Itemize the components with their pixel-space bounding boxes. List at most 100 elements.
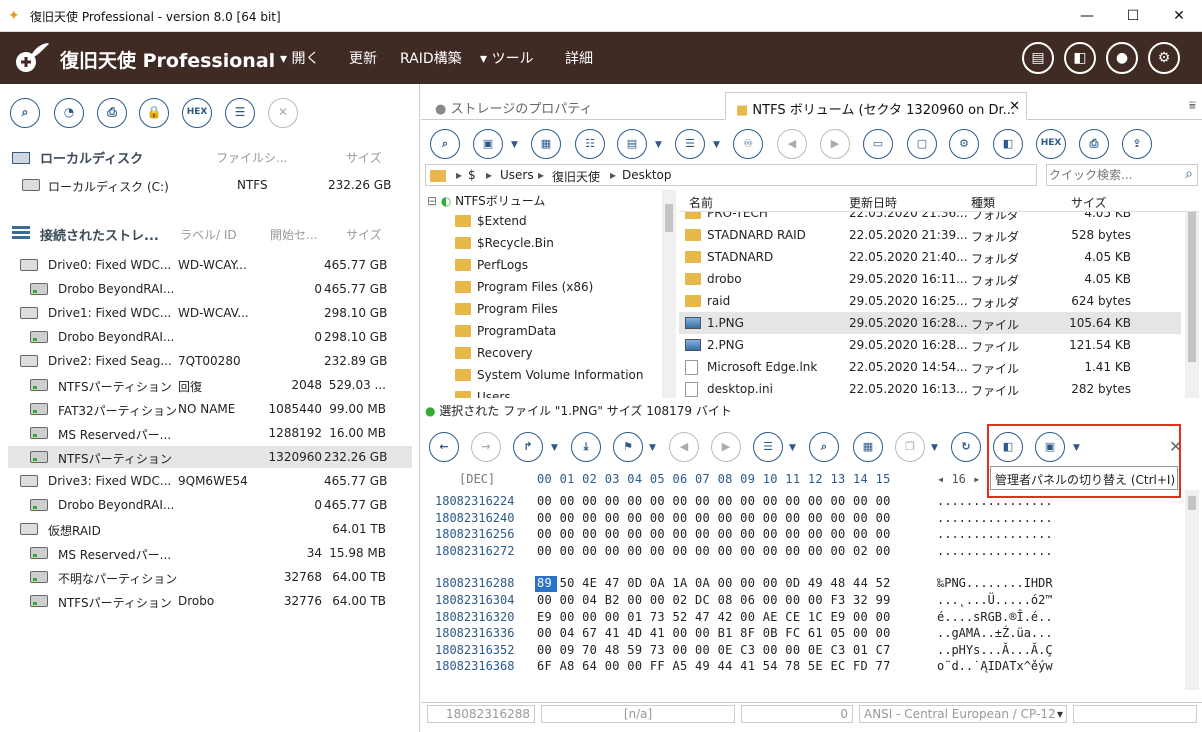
extra-field[interactable]: [1073, 705, 1197, 723]
chevron-down-icon[interactable]: ▼: [551, 443, 561, 453]
storage-row[interactable]: Drive3: Fixed WDC... 9QM6WE54 465.77 GB: [8, 470, 412, 492]
view-icon[interactable]: ▤: [617, 129, 647, 159]
breadcrumb-item[interactable]: Users: [500, 168, 534, 182]
hex-row[interactable]: 18082316240 00 00 00 00 00 00 00 00 00 00…: [421, 511, 1186, 527]
col-start[interactable]: 開始セ...: [270, 226, 317, 243]
storage-row[interactable]: NTFSパーティション 1320960 232.26 GB: [8, 446, 412, 468]
local-disk-row[interactable]: ローカルディスク (C:) NTFS 232.26 GB: [8, 174, 412, 196]
col-name[interactable]: 名前: [689, 194, 713, 211]
hex-ascii[interactable]: ................: [937, 544, 1053, 558]
breadcrumb-item[interactable]: Desktop: [622, 168, 672, 182]
close-icon[interactable]: ✕: [268, 98, 298, 128]
storage-row[interactable]: Drive0: Fixed WDC... WD-WCAY... 465.77 GB: [8, 254, 412, 276]
hex-ascii[interactable]: ................: [937, 511, 1053, 525]
file-row[interactable]: Microsoft Edge.lnk 22.05.2020 14:54... ファイ…: [679, 356, 1181, 378]
scan-icon[interactable]: ⚙: [949, 129, 979, 159]
file-row[interactable]: STADNARD RAID 22.05.2020 21:39... フォルダ 528 …: [679, 224, 1181, 246]
hex-row[interactable]: 18082316352 00 09 70 48 59 73 00 00 0E C3…: [421, 643, 1186, 659]
menu-details[interactable]: 詳細: [565, 48, 593, 68]
jump-icon[interactable]: ↱: [513, 432, 543, 462]
menu-refresh[interactable]: 更新: [349, 48, 377, 68]
list-icon[interactable]: ☰: [225, 98, 255, 128]
hex-bytes[interactable]: 00 04 67 41 4D 41 00 00 B1 8F 0B FC 61 0…: [537, 626, 891, 640]
close-button[interactable]: ✕: [1156, 0, 1202, 32]
tree-folder[interactable]: $Extend: [455, 214, 527, 236]
download-icon[interactable]: ⤓: [571, 432, 601, 462]
binoculars-icon[interactable]: ♾: [733, 129, 763, 159]
log-icon[interactable]: ▤: [1022, 42, 1054, 74]
hex-row[interactable]: 18082316304 00 00 04 B2 00 00 02 DC 08 06…: [421, 593, 1186, 609]
tree-folder[interactable]: Recovery: [455, 346, 533, 368]
checklist-icon[interactable]: ☷: [575, 129, 605, 159]
file-row[interactable]: raid 29.05.2020 16:25... フォルダ 624 bytes: [679, 290, 1181, 312]
search-input[interactable]: [1049, 167, 1173, 183]
image-icon[interactable]: ⎙: [97, 98, 127, 128]
chevron-down-icon[interactable]: ▼: [649, 443, 659, 453]
chevron-down-icon[interactable]: ▾: [1057, 707, 1063, 721]
minimize-button[interactable]: —: [1064, 0, 1110, 32]
storage-row[interactable]: Drobo BeyondRAI... 0 465.77 GB: [8, 494, 412, 516]
panel-toggle-icon[interactable]: ◧: [1064, 42, 1096, 74]
tree-root[interactable]: ⊟ ◐ NTFSボリューム: [427, 192, 545, 214]
forward-arrow-icon[interactable]: →: [471, 432, 501, 462]
chevron-down-icon[interactable]: ▼: [931, 443, 941, 453]
col-date[interactable]: 更新日時: [849, 194, 897, 211]
menu-raid[interactable]: RAID構築: [400, 48, 462, 68]
storage-row[interactable]: Drive2: Fixed Seag... 7QT00280 232.89 GB: [8, 350, 412, 372]
preview-icon[interactable]: ▭: [863, 129, 893, 159]
storage-row[interactable]: MS Reservedパー... 1288192 16.00 MB: [8, 422, 412, 444]
hex-scrollbar[interactable]: [1185, 490, 1199, 690]
file-row[interactable]: desktop.ini 22.05.2020 16:13... ファイル 282 by…: [679, 378, 1181, 398]
hex-bytes[interactable]: 00 00 04 B2 00 00 02 DC 08 06 00 00 00 F…: [537, 593, 891, 607]
hex-bytes[interactable]: 89 50 4E 47 0D 0A 1A 0A 00 00 00 0D 49 4…: [537, 576, 891, 590]
value-field[interactable]: [n/a]: [541, 705, 735, 723]
tree-folder[interactable]: System Volume Information: [455, 368, 643, 390]
list-icon[interactable]: ☰: [753, 432, 783, 462]
hex-icon[interactable]: HEX: [182, 98, 212, 128]
file-row[interactable]: STADNARD 22.05.2020 21:40... フォルダ 4.05 KB: [679, 246, 1181, 268]
file-list-scrollbar[interactable]: [1185, 190, 1199, 398]
hex-row[interactable]: 18082316256 00 00 00 00 00 00 00 00 00 00…: [421, 527, 1186, 543]
print-icon[interactable]: ⎙: [1079, 129, 1109, 159]
maximize-button[interactable]: ☐: [1110, 0, 1156, 32]
storage-row[interactable]: Drive1: Fixed WDC... WD-WCAV... 298.10 GB: [8, 302, 412, 324]
storage-row[interactable]: NTFSパーティション Drobo 32776 64.00 TB: [8, 590, 412, 612]
tab-menu-icon[interactable]: ⩸: [1189, 98, 1196, 113]
search-icon[interactable]: ⌕: [809, 432, 839, 462]
hex-ascii[interactable]: ...˛...Ü.....ó2™: [937, 593, 1053, 607]
forward-icon[interactable]: ▶: [820, 129, 850, 159]
search-icon[interactable]: ⌕: [430, 129, 460, 159]
file-row[interactable]: 1.PNG 29.05.2020 16:28... ファイル 105.64 KB: [679, 312, 1181, 334]
prev-bookmark-icon[interactable]: ◀: [669, 432, 699, 462]
hex-icon[interactable]: HEX: [1036, 129, 1066, 159]
storage-row[interactable]: MS Reservedパー... 34 15.98 MB: [8, 542, 412, 564]
panel-toggle-icon[interactable]: ◧: [993, 129, 1023, 159]
hex-bytes[interactable]: 00 00 00 00 00 00 00 00 00 00 00 00 00 0…: [537, 544, 891, 558]
offset-field[interactable]: 18082316288: [427, 705, 535, 723]
hex-row[interactable]: 18082316288 89 50 4E 47 0D 0A 1A 0A 00 00…: [421, 576, 1186, 592]
col-size[interactable]: サイズ: [1071, 194, 1107, 211]
tree-folder[interactable]: $Recycle.Bin: [455, 236, 554, 258]
hex-ascii[interactable]: ................: [937, 527, 1053, 541]
search-icon[interactable]: ⌕: [1185, 166, 1193, 182]
save-icon[interactable]: ▣: [473, 129, 503, 159]
hex-row[interactable]: 18082316272 00 00 00 00 00 00 00 00 00 00…: [421, 544, 1186, 560]
menu-open[interactable]: ▾ 開く: [280, 48, 319, 68]
back-arrow-icon[interactable]: ←: [429, 432, 459, 462]
breadcrumb-item[interactable]: $: [468, 168, 476, 182]
tab-storage-properties[interactable]: ● ストレージのプロパティ: [425, 92, 602, 120]
storage-row[interactable]: Drobo BeyondRAI... 0 465.77 GB: [8, 278, 412, 300]
scan-icon[interactable]: ◔: [54, 98, 84, 128]
encoding-select[interactable]: ANSI - Central European / CP-12 ▾: [859, 705, 1067, 723]
hex-bytes[interactable]: E9 00 00 00 01 73 52 47 42 00 AE CE 1C E…: [537, 610, 891, 624]
tree-folder[interactable]: PerfLogs: [455, 258, 528, 280]
hex-ascii[interactable]: ‰PNG........IHDR: [937, 576, 1053, 590]
storage-row[interactable]: 不明なパーティション 32768 64.00 TB: [8, 566, 412, 588]
search-icon[interactable]: ⌕: [10, 98, 40, 128]
bookmark-icon[interactable]: ⚑: [613, 432, 643, 462]
hex-ascii[interactable]: o¨d..˙ĄIDATx^ěýw: [937, 659, 1053, 673]
chevron-down-icon[interactable]: ▼: [713, 140, 723, 150]
export-icon[interactable]: ⇪: [1122, 129, 1152, 159]
tree-scrollbar[interactable]: [662, 190, 676, 398]
chevron-down-icon[interactable]: ▼: [655, 140, 665, 150]
